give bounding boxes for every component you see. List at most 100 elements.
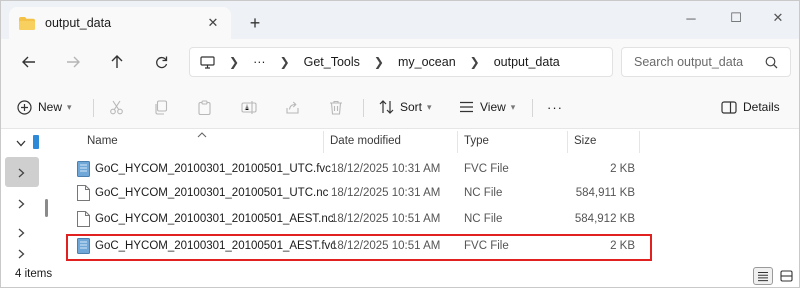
file-name: GoC_HYCOM_20100301_20100501_UTC.nc bbox=[95, 187, 329, 199]
back-arrow-icon bbox=[22, 56, 35, 68]
rename-icon bbox=[241, 100, 257, 115]
generic-file-icon bbox=[77, 185, 90, 201]
breadcrumb-overflow[interactable]: ··· bbox=[253, 55, 266, 69]
file-name-cell: GoC_HYCOM_20100301_20100501_AEST.nc bbox=[77, 208, 333, 230]
tab-output-data[interactable]: output_data ✕ bbox=[9, 7, 231, 39]
toolbar-divider bbox=[532, 99, 533, 117]
chevron-down-icon: ▾ bbox=[427, 101, 432, 112]
file-date: 18/12/2025 10:51 AM bbox=[331, 213, 441, 225]
details-pane-icon bbox=[721, 100, 737, 114]
cut-icon bbox=[109, 100, 124, 115]
details-pane-button[interactable]: Details bbox=[721, 93, 780, 121]
column-divider[interactable] bbox=[457, 131, 458, 153]
this-pc-icon bbox=[200, 55, 215, 69]
copy-icon bbox=[153, 99, 168, 115]
file-name: GoC_HYCOM_20100301_20100501_UTC.fvc bbox=[95, 163, 331, 175]
sort-label: Sort bbox=[400, 100, 423, 114]
chevron-down-icon: ▾ bbox=[67, 101, 72, 112]
highlight-box bbox=[66, 234, 652, 261]
file-type: NC File bbox=[464, 187, 503, 199]
details-view-button[interactable] bbox=[753, 267, 773, 285]
view-button[interactable]: View ▾ bbox=[459, 93, 515, 121]
column-header-date-modified[interactable]: Date modified bbox=[330, 129, 401, 153]
address-bar[interactable]: ❯ ··· ❯ Get_Tools ❯ my_ocean ❯ output_da… bbox=[189, 47, 613, 77]
chevron-right-icon[interactable] bbox=[11, 163, 31, 183]
breadcrumb-my-ocean[interactable]: my_ocean bbox=[398, 55, 456, 69]
paste-button[interactable] bbox=[197, 93, 212, 121]
new-button[interactable]: New ▾ bbox=[17, 93, 72, 121]
refresh-icon bbox=[155, 56, 167, 68]
file-date: 18/12/2025 10:31 AM bbox=[331, 163, 441, 175]
column-header-type[interactable]: Type bbox=[464, 129, 489, 153]
tab-title: output_data bbox=[45, 16, 112, 30]
toolbar-divider bbox=[93, 99, 94, 117]
trash-icon bbox=[329, 100, 343, 115]
file-row[interactable]: GoC_HYCOM_20100301_20100501_AEST.nc 18/1… bbox=[67, 208, 657, 230]
share-icon bbox=[285, 100, 300, 115]
file-name-cell: GoC_HYCOM_20100301_20100501_UTC.fvc bbox=[77, 158, 331, 180]
title-bar: output_data ✕ + ─ ☐ ✕ bbox=[1, 1, 799, 39]
up-button[interactable] bbox=[103, 49, 131, 75]
nav-scrollbar[interactable] bbox=[45, 199, 48, 217]
sort-ascending-indicator bbox=[197, 127, 207, 141]
sort-button[interactable]: Sort ▾ bbox=[379, 93, 432, 121]
column-header-name[interactable]: Name bbox=[87, 129, 118, 153]
chevron-right-icon[interactable] bbox=[11, 223, 31, 243]
plus-circle-icon bbox=[17, 99, 32, 115]
tab-close-icon[interactable]: ✕ bbox=[203, 13, 223, 33]
file-date: 18/12/2025 10:31 AM bbox=[331, 187, 441, 199]
chevron-down-icon: ▾ bbox=[510, 101, 516, 112]
maximize-button[interactable]: ☐ bbox=[716, 5, 756, 31]
tiles-view-button[interactable] bbox=[776, 267, 796, 285]
tiles-view-icon bbox=[779, 270, 793, 282]
file-size: 584,912 KB bbox=[574, 213, 635, 225]
file-type: NC File bbox=[464, 213, 503, 225]
column-divider[interactable] bbox=[323, 131, 324, 153]
view-label: View bbox=[480, 100, 506, 114]
column-header-size[interactable]: Size bbox=[574, 129, 596, 153]
back-button[interactable] bbox=[15, 49, 43, 75]
forward-button[interactable] bbox=[59, 49, 87, 75]
toolbar-divider bbox=[363, 99, 364, 117]
chevron-right-icon: ❯ bbox=[279, 55, 290, 69]
copy-button[interactable] bbox=[153, 93, 168, 121]
item-count: 4 items bbox=[15, 268, 53, 280]
column-divider[interactable] bbox=[567, 131, 568, 153]
breadcrumb-output-data[interactable]: output_data bbox=[494, 55, 560, 69]
file-type: FVC File bbox=[464, 163, 509, 175]
sort-icon bbox=[379, 100, 394, 114]
file-row[interactable]: GoC_HYCOM_20100301_20100501_UTC.nc 18/12… bbox=[67, 182, 657, 204]
command-bar: New ▾ Sort ▾ View ▾ ··· Details bbox=[1, 85, 799, 129]
chevron-down-icon[interactable] bbox=[11, 133, 31, 153]
details-label: Details bbox=[743, 100, 780, 114]
file-explorer-window: output_data ✕ + ─ ☐ ✕ ❯ ··· ❯ Get_Tools bbox=[0, 0, 800, 288]
address-row: ❯ ··· ❯ Get_Tools ❯ my_ocean ❯ output_da… bbox=[1, 39, 799, 85]
column-divider[interactable] bbox=[639, 131, 640, 153]
more-options-button[interactable]: ··· bbox=[547, 93, 563, 121]
status-bar: 4 items bbox=[1, 261, 799, 287]
file-size: 584,911 KB bbox=[575, 187, 635, 199]
rename-button[interactable] bbox=[241, 93, 257, 121]
chevron-right-icon: ❯ bbox=[373, 55, 384, 69]
file-row[interactable]: GoC_HYCOM_20100301_20100501_UTC.fvc 18/1… bbox=[67, 158, 657, 180]
generic-file-icon bbox=[77, 211, 90, 227]
chevron-right-icon: ❯ bbox=[469, 55, 480, 69]
minimize-button[interactable]: ─ bbox=[671, 5, 711, 31]
refresh-button[interactable] bbox=[147, 49, 175, 75]
cut-button[interactable] bbox=[109, 93, 124, 121]
file-name-cell: GoC_HYCOM_20100301_20100501_UTC.nc bbox=[77, 182, 328, 204]
chevron-right-icon[interactable] bbox=[11, 194, 31, 214]
new-tab-button[interactable]: + bbox=[243, 11, 267, 35]
breadcrumb-get-tools[interactable]: Get_Tools bbox=[304, 55, 360, 69]
share-button[interactable] bbox=[285, 93, 300, 121]
close-window-button[interactable]: ✕ bbox=[758, 5, 798, 31]
search-input[interactable]: Search output_data bbox=[621, 47, 791, 77]
delete-button[interactable] bbox=[329, 93, 343, 121]
up-arrow-icon bbox=[111, 55, 123, 68]
forward-arrow-icon bbox=[67, 56, 80, 68]
file-size: 2 KB bbox=[610, 163, 635, 175]
nav-drive-icon bbox=[33, 135, 39, 149]
search-icon bbox=[765, 56, 778, 69]
new-label: New bbox=[38, 100, 63, 114]
file-name: GoC_HYCOM_20100301_20100501_AEST.nc bbox=[95, 213, 334, 225]
